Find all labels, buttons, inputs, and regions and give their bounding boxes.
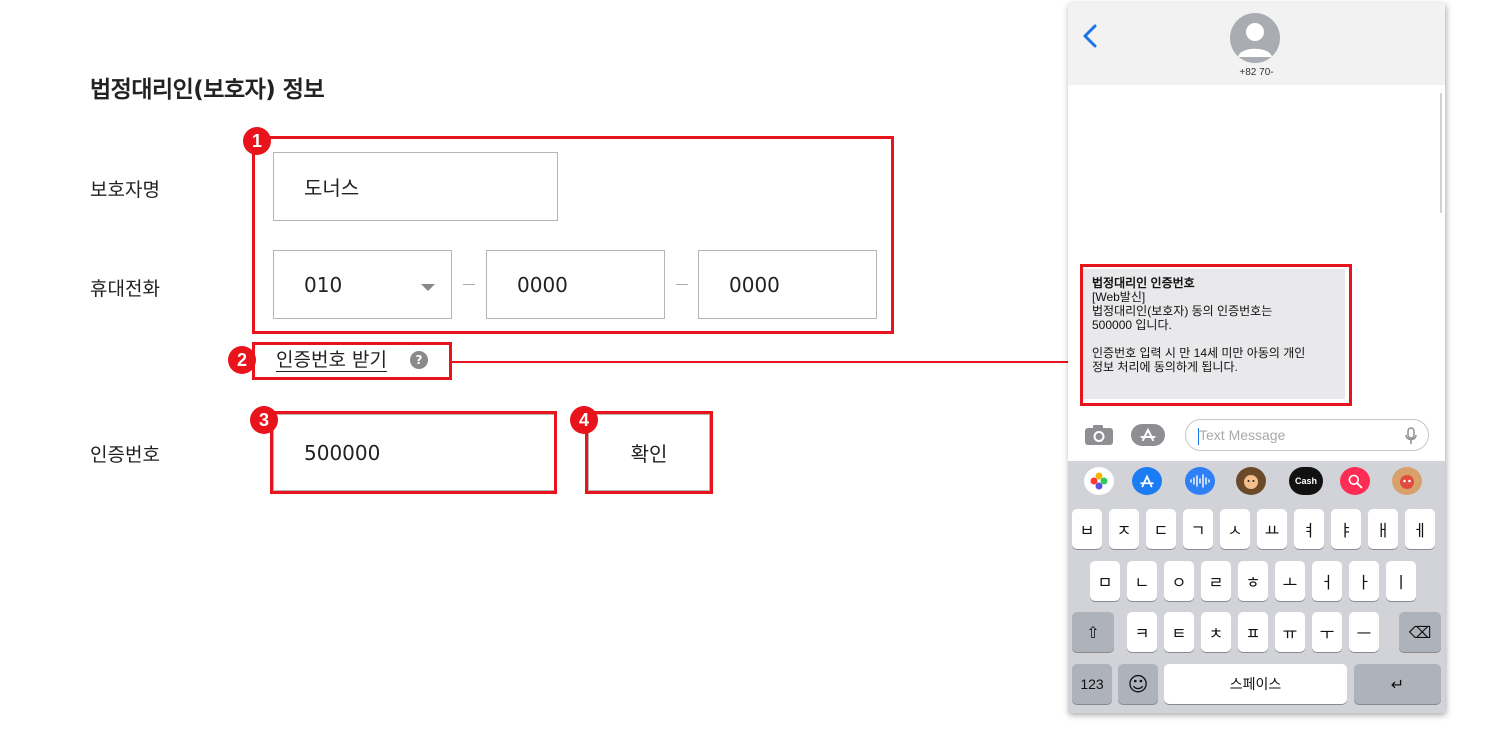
key[interactable]: ㅜ [1312, 612, 1342, 652]
delete-key[interactable]: ⌫ [1399, 612, 1441, 652]
key[interactable]: ㅐ [1368, 509, 1398, 549]
key[interactable]: ㅈ [1109, 509, 1139, 549]
search-images-icon[interactable] [1340, 467, 1370, 495]
key[interactable]: ㅠ [1275, 612, 1305, 652]
message-input-bar: Text Message [1068, 415, 1445, 455]
guardian-name-label: 보호자명 [90, 179, 160, 201]
waveform-icon [1190, 474, 1210, 488]
annotation-arrow-line [452, 361, 1070, 363]
imessage-app-row: Cash [1068, 461, 1445, 501]
key[interactable]: ㅅ [1220, 509, 1250, 549]
back-chevron-icon[interactable] [1082, 23, 1098, 49]
contact-avatar[interactable] [1230, 13, 1280, 63]
key[interactable]: ㅌ [1164, 612, 1194, 652]
annotation-box-4 [585, 411, 713, 494]
key[interactable]: ㅎ [1238, 561, 1268, 601]
return-key[interactable]: ↵ [1354, 664, 1441, 704]
key[interactable]: ㅣ [1386, 561, 1416, 601]
app-store-icon[interactable] [1130, 423, 1166, 447]
key[interactable]: ㅏ [1349, 561, 1379, 601]
keyboard: Cash ㅂ ㅈ ㄷ ㄱ ㅅ ㅛ ㅕ ㅑ ㅐ ㅔ ㅁ ㄴ ㅇ ㄹ ㅎ ㅗ ㅓ ㅏ… [1068, 461, 1445, 713]
annotation-box-3 [270, 411, 557, 494]
key[interactable]: ㅂ [1072, 509, 1102, 549]
photos-app-icon[interactable] [1084, 467, 1114, 495]
step-badge-4: 4 [570, 406, 598, 434]
key[interactable]: ㅓ [1312, 561, 1342, 601]
step-badge-1: 1 [243, 127, 271, 155]
key[interactable]: ㅡ [1349, 612, 1379, 652]
shift-key[interactable]: ⇧ [1072, 612, 1114, 652]
apple-cash-icon[interactable]: Cash [1289, 467, 1323, 495]
phone-label: 휴대전화 [90, 278, 160, 300]
camera-icon[interactable] [1084, 424, 1114, 446]
key[interactable]: ㅇ [1164, 561, 1194, 601]
annotation-box-2 [252, 342, 452, 380]
key[interactable]: ㄹ [1201, 561, 1231, 601]
key[interactable]: ㅁ [1090, 561, 1120, 601]
space-key[interactable]: 스페이스 [1164, 664, 1347, 704]
memoji-stickers-icon[interactable] [1392, 467, 1422, 495]
code-label: 인증번호 [90, 444, 160, 466]
key[interactable]: ㅊ [1201, 612, 1231, 652]
key[interactable]: ㅕ [1294, 509, 1324, 549]
app-store-a-icon [1140, 474, 1154, 488]
key[interactable]: ㅔ [1405, 509, 1435, 549]
annotation-box-1 [252, 136, 894, 334]
message-header: +82 70- [1068, 3, 1445, 85]
key[interactable]: ㅋ [1127, 612, 1157, 652]
scrollbar [1440, 93, 1442, 213]
key[interactable]: ㅑ [1331, 509, 1361, 549]
key[interactable]: ㅛ [1257, 509, 1287, 549]
key[interactable]: ㅗ [1275, 561, 1305, 601]
app-store-app-icon[interactable] [1132, 467, 1162, 495]
annotation-box-sms [1080, 264, 1352, 406]
emoji-key[interactable]: ☺ [1118, 664, 1158, 704]
search-icon [1348, 474, 1363, 489]
contact-number: +82 70- [1239, 67, 1274, 78]
message-placeholder: Text Message [1199, 427, 1286, 443]
memoji-icon[interactable] [1236, 467, 1266, 495]
step-badge-3: 3 [250, 406, 278, 434]
step-badge-2: 2 [228, 346, 256, 374]
message-text-field[interactable]: Text Message [1185, 419, 1429, 451]
audio-message-icon[interactable] [1185, 467, 1215, 495]
key[interactable]: ㄱ [1183, 509, 1213, 549]
photos-flower-icon [1090, 472, 1108, 490]
microphone-icon[interactable] [1404, 427, 1418, 445]
key[interactable]: ㅍ [1238, 612, 1268, 652]
person-icon [1238, 23, 1272, 57]
memoji-face-icon [1244, 475, 1258, 489]
key[interactable]: ㄷ [1146, 509, 1176, 549]
numbers-key[interactable]: 123 [1072, 664, 1112, 704]
key[interactable]: ㄴ [1127, 561, 1157, 601]
text-caret [1198, 428, 1199, 445]
sticker-face-icon [1400, 475, 1414, 489]
section-title: 법정대리인(보호자) 정보 [90, 77, 325, 103]
